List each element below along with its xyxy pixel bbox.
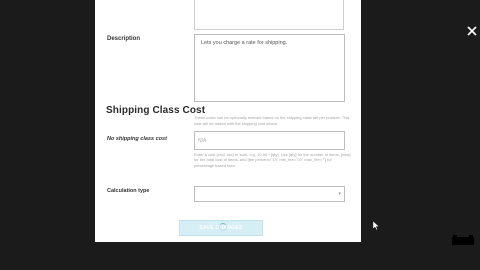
close-icon[interactable] bbox=[466, 26, 478, 38]
chevron-down-icon: ▾ bbox=[338, 191, 341, 197]
description-textarea[interactable]: Lets you charge a rate for shipping. bbox=[194, 34, 345, 102]
calculation-type-label: Calculation type bbox=[107, 188, 150, 194]
method-title-input[interactable] bbox=[194, 0, 344, 30]
description-label: Description bbox=[107, 36, 141, 42]
shipping-class-cost-description: These costs can be optionally entered ba… bbox=[194, 115, 350, 126]
mouse-cursor-icon bbox=[372, 217, 380, 235]
corner-widget-icon bbox=[452, 232, 474, 250]
shipping-class-cost-heading: Shipping Class Cost bbox=[106, 105, 206, 116]
cost-help-text: Enter a cost (excl. tax) or sum, e.g. 10… bbox=[194, 152, 351, 168]
no-shipping-class-cost-label: No shipping class cost bbox=[107, 136, 167, 142]
calculation-type-select[interactable]: ▾ bbox=[194, 186, 345, 202]
loading-spinner-icon bbox=[219, 223, 227, 231]
no-shipping-class-cost-input[interactable]: N/A bbox=[194, 131, 345, 150]
shipping-method-modal: Description Lets you charge a rate for s… bbox=[95, 0, 361, 242]
